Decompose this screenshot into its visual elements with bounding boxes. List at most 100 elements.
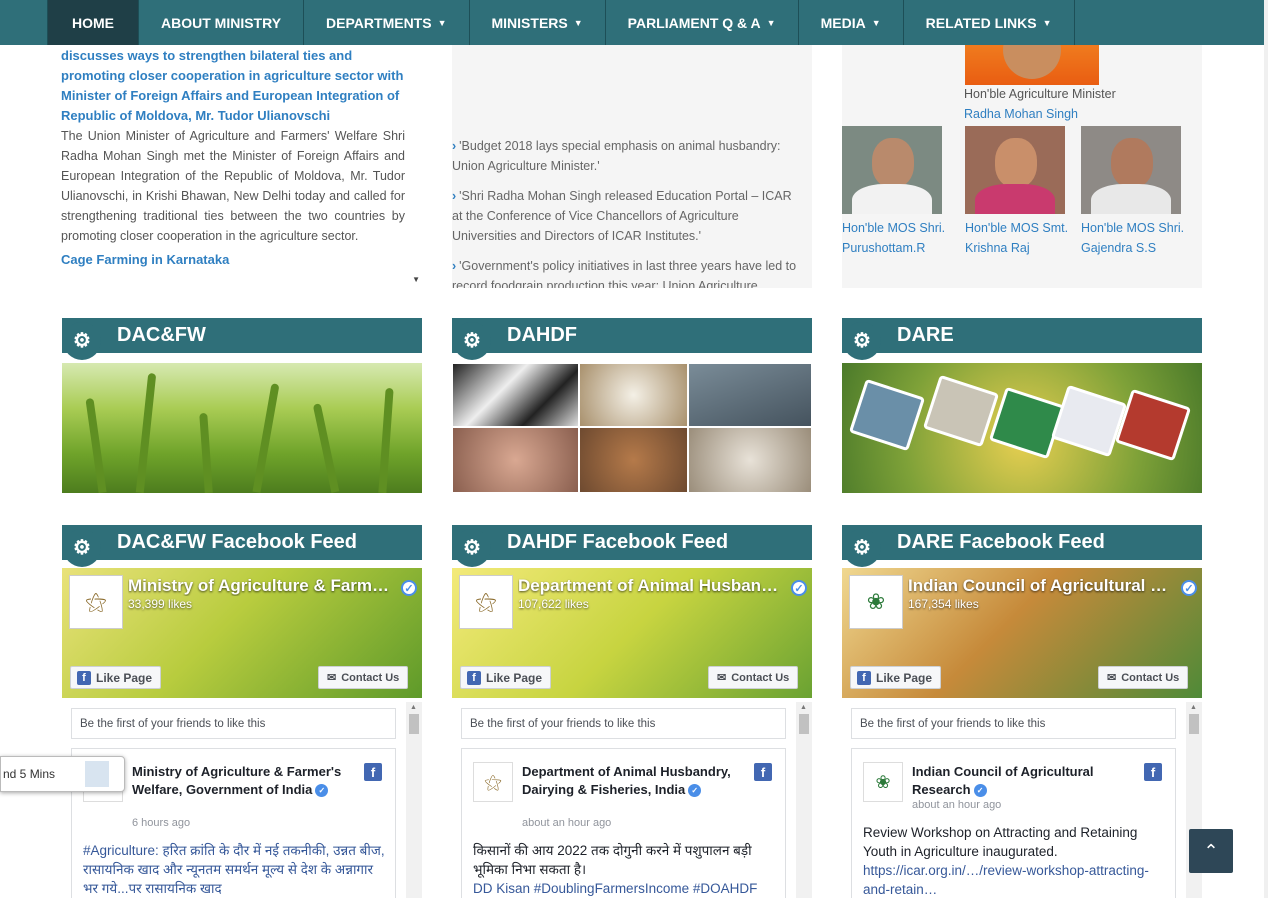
facebook-f-icon: f	[467, 670, 481, 685]
fb-post-author[interactable]: Department of Animal Husbandry, Dairying…	[522, 763, 754, 799]
speeches-list: › 'Budget 2018 lays special emphasis on a…	[452, 136, 804, 288]
nav-departments[interactable]: DEPARTMENTS ▼	[304, 0, 470, 45]
post-link[interactable]: https://icar.org.in/…/review-workshop-at…	[863, 863, 1149, 897]
post-hashtags[interactable]: DD Kisan #DoublingFarmersIncome #DOAHDF	[473, 881, 757, 896]
nav-about-label: ABOUT MINISTRY	[161, 14, 282, 31]
list-item[interactable]: › 'Budget 2018 lays special emphasis on a…	[452, 136, 804, 176]
back-to-top-button[interactable]: ⌃	[1189, 829, 1233, 873]
nav-parliament-qa[interactable]: PARLIAMENT Q & A ▼	[606, 0, 799, 45]
fb-post-time[interactable]: about an hour ago	[912, 799, 1001, 811]
section-header-dahdf-feed: ⚙ DAHDF Facebook Feed	[452, 525, 812, 567]
section-title: DAC&FW Facebook Feed	[117, 531, 358, 553]
chevron-down-icon: ▼	[573, 17, 583, 28]
dare-banner-image[interactable]	[842, 363, 1202, 493]
mos-card[interactable]: Hon'ble MOS Shri. Purushottam.R	[842, 126, 946, 258]
scroll-up-icon[interactable]: ▲	[800, 704, 807, 711]
mos-card[interactable]: Hon'ble MOS Shri. Gajendra S.S	[1081, 126, 1185, 258]
fb-post-time[interactable]: 6 hours ago	[132, 817, 190, 829]
mos-title: Hon'ble MOS Shri.	[842, 221, 946, 235]
scroll-thumb[interactable]	[1189, 714, 1199, 734]
fb-contact-button[interactable]: ✉ Contact Us	[1098, 666, 1189, 689]
post-text: #Agriculture: हरित क्रांति के दौर में नई…	[83, 843, 385, 896]
emblem-icon[interactable]: ⚝	[69, 575, 123, 629]
page-scrollbar[interactable]	[1264, 0, 1268, 898]
fb-post-text: Review Workshop on Attracting and Retain…	[863, 823, 1168, 898]
facebook-icon[interactable]: f	[1144, 763, 1162, 781]
verified-badge-icon: ✓	[315, 784, 329, 798]
chevron-right-icon: ›	[452, 189, 457, 203]
list-item[interactable]: › 'Government's policy initiatives in las…	[452, 256, 804, 288]
section-header-dare[interactable]: ⚙ DARE	[842, 318, 1202, 360]
fb-post-text: किसानों की आय 2022 तक दोगुनी करने में पश…	[473, 841, 778, 898]
mos-photo	[1081, 126, 1181, 214]
dacfw-banner-image[interactable]	[62, 363, 422, 493]
news-scroll-content: discusses ways to strengthen bilateral t…	[61, 45, 405, 270]
fb-post-author[interactable]: Indian Council of Agricultural Research ✓	[912, 763, 1144, 799]
emblem-icon[interactable]: ⚝	[473, 762, 513, 802]
icar-logo-icon[interactable]: ❀	[849, 575, 903, 629]
fb-contact-button[interactable]: ✉ Contact Us	[708, 666, 799, 689]
section-title: DAHDF Facebook Feed	[507, 531, 729, 553]
feed-scrollbar[interactable]: ▲	[406, 702, 422, 898]
facebook-feed-widget: ⚝ Ministry of Agriculture & Farmers Welf…	[62, 568, 422, 898]
section-header-dahdf[interactable]: ⚙ DAHDF	[452, 318, 812, 360]
minister-name-link[interactable]: Radha Mohan Singh	[964, 107, 1078, 121]
fb-page-name[interactable]: Ministry of Agriculture & Farmers Welfar…	[128, 576, 394, 596]
chevron-right-icon: ›	[452, 139, 457, 153]
dahdf-banner-image[interactable]	[452, 363, 812, 493]
nav-related-label: RELATED LINKS	[925, 14, 1037, 31]
fb-like-page-button[interactable]: f Like Page	[70, 666, 162, 689]
post-text: किसानों की आय 2022 तक दोगुनी करने में पश…	[473, 843, 752, 877]
thumbnail-image	[85, 761, 109, 787]
list-item[interactable]: › 'Shri Radha Mohan Singh released Educat…	[452, 186, 804, 246]
nav-ministers[interactable]: MINISTERS ▼	[470, 0, 606, 45]
scroll-up-icon[interactable]: ▲	[410, 704, 417, 711]
facebook-icon[interactable]: f	[364, 763, 382, 781]
fb-page-name[interactable]: Indian Council of Agricultural Research	[908, 576, 1174, 596]
nav-about-ministry[interactable]: ABOUT MINISTRY	[139, 0, 305, 45]
news-next-headline[interactable]: Cage Farming in Karnataka	[61, 250, 405, 270]
facebook-feed-widget: ❀ Indian Council of Agricultural Researc…	[842, 568, 1202, 898]
scroll-down-icon[interactable]: ▼	[412, 275, 420, 284]
mos-card[interactable]: Hon'ble MOS Smt. Krishna Raj	[965, 126, 1068, 258]
fb-like-page-button[interactable]: f Like Page	[850, 666, 942, 689]
contact-label: Contact Us	[731, 671, 790, 684]
chevron-down-icon: ▼	[766, 17, 776, 28]
feed-scrollbar[interactable]: ▲	[796, 702, 812, 898]
author-name: Ministry of Agriculture & Farmer's Welfa…	[132, 764, 342, 797]
emblem-icon[interactable]: ⚝	[459, 575, 513, 629]
facebook-icon[interactable]: f	[754, 763, 772, 781]
section-header-dacfw[interactable]: ⚙ DAC&FW	[62, 318, 422, 360]
fb-page-name[interactable]: Department of Animal Husbandry, Dairying…	[518, 576, 784, 596]
scroll-thumb[interactable]	[799, 714, 809, 734]
nav-media[interactable]: MEDIA ▼	[799, 0, 904, 45]
news-headline[interactable]: discusses ways to strengthen bilateral t…	[61, 46, 405, 126]
floating-popup-tab[interactable]: nd 5 Mins	[0, 756, 125, 792]
fb-like-page-button[interactable]: f Like Page	[460, 666, 552, 689]
news-panel[interactable]: discusses ways to strengthen bilateral t…	[61, 45, 422, 288]
gear-icon: ⚙	[453, 321, 491, 360]
contact-label: Contact Us	[1121, 671, 1180, 684]
scroll-up-icon[interactable]: ▲	[1190, 704, 1197, 711]
scroll-thumb[interactable]	[409, 714, 419, 734]
fb-post-time[interactable]: about an hour ago	[522, 817, 611, 829]
chevron-up-icon: ⌃	[1203, 840, 1219, 861]
facebook-f-icon: f	[77, 670, 91, 685]
nav-home[interactable]: HOME	[47, 0, 139, 45]
like-label: Like Page	[96, 670, 153, 685]
chevron-right-icon: ›	[452, 259, 457, 273]
post-text: Review Workshop on Attracting and Retain…	[863, 825, 1138, 859]
gear-icon: ⚙	[843, 528, 881, 567]
verified-badge-icon: ✓	[791, 580, 807, 596]
speech-text: 'Shri Radha Mohan Singh released Educati…	[452, 189, 792, 243]
fb-post-author[interactable]: Ministry of Agriculture & Farmer's Welfa…	[132, 763, 364, 799]
mos-title: Hon'ble MOS Shri.	[1081, 221, 1185, 235]
section-title: DARE Facebook Feed	[897, 531, 1105, 553]
chevron-down-icon: ▼	[871, 17, 881, 28]
fb-contact-button[interactable]: ✉ Contact Us	[318, 666, 409, 689]
nav-related-links[interactable]: RELATED LINKS ▼	[904, 0, 1075, 45]
speeches-panel: › 'Budget 2018 lays special emphasis on a…	[452, 45, 812, 288]
icar-logo-icon[interactable]: ❀	[863, 762, 903, 802]
section-title: DAHDF	[507, 324, 577, 346]
author-name: Indian Council of Agricultural Research	[912, 764, 1094, 797]
